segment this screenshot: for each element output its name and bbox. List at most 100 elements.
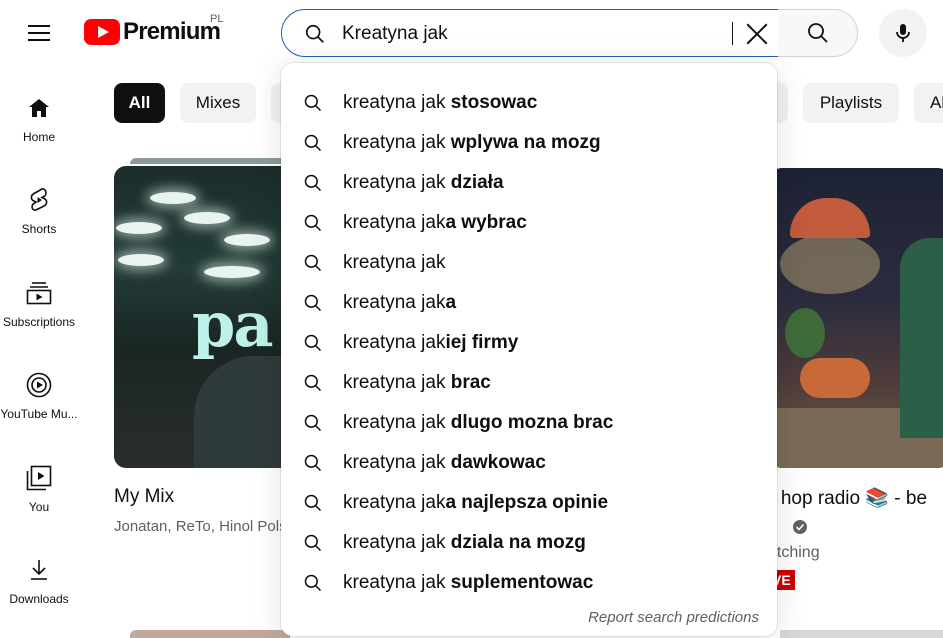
suggestion-prefix: kreatyna jak (343, 532, 446, 553)
thumbnail-plant (785, 308, 825, 358)
suggestion-text: kreatyna jak dlugo mozna brac (343, 412, 613, 434)
search-icon (304, 94, 322, 112)
sidebar-item-home[interactable]: Home (0, 78, 78, 152)
search-suggestion[interactable]: kreatyna jak dawkowac (281, 443, 777, 483)
voice-search-button[interactable] (879, 9, 927, 57)
sidebar-item-label: YouTube Mu... (0, 407, 78, 421)
suggestion-text: kreatyna jak wplywa na mozg (343, 132, 601, 154)
search-icon (807, 23, 828, 43)
suggestion-text: kreatyna jak dawkowac (343, 452, 546, 474)
suggestion-completion: dziala na mozg (445, 532, 586, 553)
thumbnail-light (184, 212, 230, 224)
youtube-premium-logo[interactable]: Premium (84, 18, 221, 46)
you-icon (26, 465, 52, 491)
suggestion-prefix: kreatyna jak (343, 252, 446, 273)
search-icon (304, 214, 322, 232)
suggestion-prefix: kreatyna jak (343, 212, 446, 233)
search-suggestion[interactable]: kreatyna jak działa (281, 163, 777, 203)
thumbnail-cat (800, 358, 870, 398)
suggestion-completion: brac (445, 372, 491, 393)
video-thumbnail[interactable] (770, 168, 943, 468)
search-suggestion[interactable]: kreatyna jak dlugo mozna brac (281, 403, 777, 443)
search-suggestions-dropdown: kreatyna jak stosowac kreatyna jak wplywa… (281, 63, 777, 636)
video-title[interactable]: My Mix (114, 486, 174, 508)
close-icon (746, 23, 768, 45)
suggestion-prefix: kreatyna jak (343, 412, 446, 433)
search-icon (304, 334, 322, 352)
sidebar-item-label: Subscriptions (2, 315, 76, 329)
video-title[interactable]: p hop radio 📚 - be (765, 486, 927, 510)
suggestion-prefix: kreatyna jak (343, 572, 446, 593)
suggestion-completion: dlugo mozna brac (445, 412, 614, 433)
thumbnail-light (204, 266, 260, 278)
suggestion-prefix: kreatyna jak (343, 372, 446, 393)
search-suggestion[interactable]: kreatyna jak stosowac (281, 83, 777, 123)
suggestion-text: kreatyna jak (343, 252, 445, 274)
sidebar-item-youtube-music[interactable]: YouTube Mu... (0, 355, 78, 429)
verified-icon (793, 520, 807, 534)
search-suggestion[interactable]: kreatyna jak dziala na mozg (281, 523, 777, 563)
search-suggestion[interactable]: kreatyna jakiej firmy (281, 323, 777, 363)
sidebar-item-subscriptions[interactable]: Subscriptions (0, 263, 78, 337)
search-suggestion[interactable]: kreatyna jaka (281, 283, 777, 323)
search-icon (304, 294, 322, 312)
suggestion-completion: suplementowac (445, 572, 594, 593)
suggestion-completion: iej firmy (445, 332, 519, 353)
search-icon (304, 454, 322, 472)
hamburger-icon (28, 25, 50, 41)
sidebar-item-label: Home (22, 130, 55, 144)
search-button[interactable] (778, 9, 858, 57)
search-icon (304, 174, 322, 192)
subscriptions-icon (26, 282, 52, 305)
search-icon (304, 414, 322, 432)
search-icon (304, 494, 322, 512)
chip-playlists[interactable]: Playlists (803, 83, 899, 123)
suggestion-prefix: kreatyna jak (343, 92, 446, 113)
search-suggestion[interactable]: kreatyna jak wplywa na mozg (281, 123, 777, 163)
chip-mixes[interactable]: Mixes (180, 83, 256, 123)
thumbnail-text: pa (192, 288, 274, 361)
youtube-play-icon (84, 19, 120, 45)
search-suggestion[interactable]: kreatyna jaka wybrac (281, 203, 777, 243)
sidebar-item-you[interactable]: You (0, 448, 78, 522)
suggestion-prefix: kreatyna jak (343, 332, 446, 353)
report-search-predictions-link[interactable]: Report search predictions (588, 609, 759, 626)
guide-menu-button[interactable] (19, 13, 59, 53)
search-suggestion[interactable]: kreatyna jaka najlepsza opinie (281, 483, 777, 523)
search-box[interactable] (281, 9, 779, 57)
sidebar-item-shorts[interactable]: Shorts (0, 170, 78, 244)
sidebar-item-label: You (28, 500, 50, 514)
suggestion-prefix: kreatyna jak (343, 132, 446, 153)
search-icon (304, 374, 322, 392)
video-thumbnail[interactable]: pa (114, 166, 304, 468)
chip-more[interactable]: Al (914, 83, 943, 123)
suggestion-text: kreatyna jaka wybrac (343, 212, 527, 234)
clear-search-button[interactable] (738, 15, 776, 53)
logo-text: Premium (123, 18, 221, 45)
search-suggestion[interactable]: kreatyna jak brac (281, 363, 777, 403)
thumbnail-light (116, 222, 162, 234)
sidebar-item-downloads[interactable]: Downloads (0, 540, 78, 614)
next-row-thumbnail[interactable] (130, 630, 290, 638)
suggestion-prefix: kreatyna jak (343, 492, 446, 513)
suggestion-completion: a (445, 292, 457, 313)
suggestion-prefix: kreatyna jak (343, 172, 446, 193)
suggestion-text: kreatyna jak suplementowac (343, 572, 593, 594)
search-icon (304, 574, 322, 592)
next-row-thumbnail[interactable] (780, 630, 943, 638)
search-suggestion[interactable]: kreatyna jak suplementowac (281, 563, 777, 603)
search-suggestion[interactable]: kreatyna jak (281, 243, 777, 283)
chip-all[interactable]: All (114, 83, 165, 123)
thumbnail-light (118, 254, 164, 266)
masthead: Premium PL (0, 0, 943, 66)
thumbnail-lamp (790, 198, 870, 238)
download-icon (31, 560, 47, 580)
suggestion-completion: a wybrac (445, 212, 527, 233)
search-input[interactable] (342, 21, 722, 47)
text-caret (732, 22, 733, 45)
microphone-icon (896, 24, 910, 42)
youtube-music-icon (26, 372, 52, 398)
suggestion-text: kreatyna jak dziala na mozg (343, 532, 586, 554)
search-icon (305, 24, 324, 43)
search-icon (304, 534, 322, 552)
